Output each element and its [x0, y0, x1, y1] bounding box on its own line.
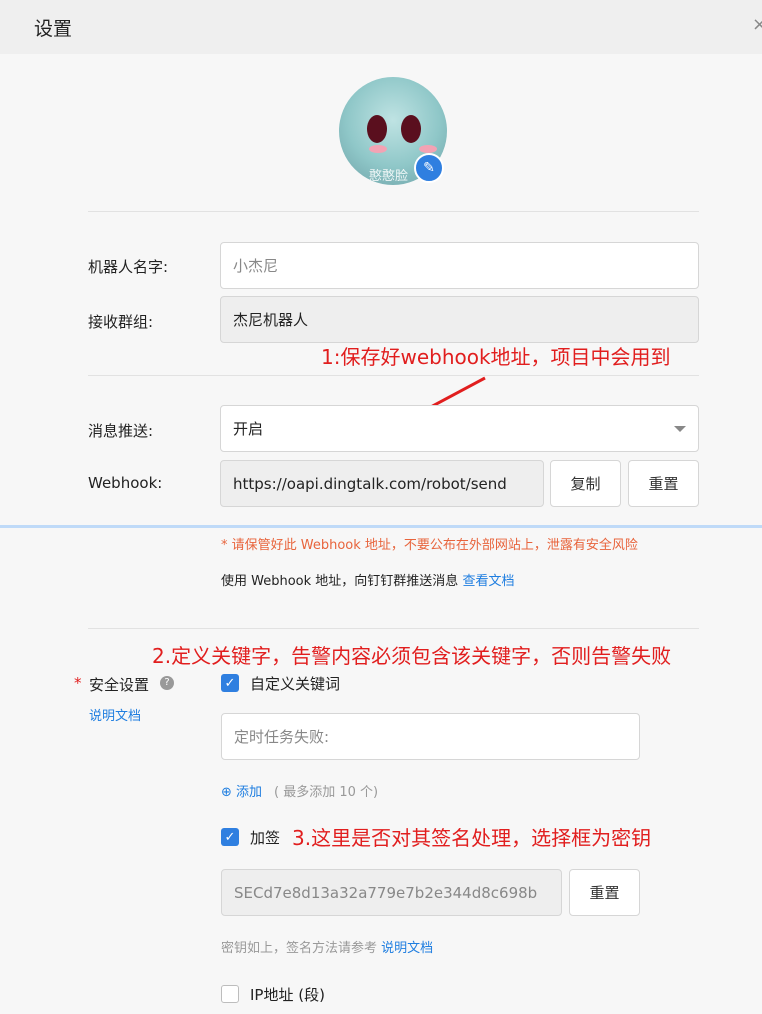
- sign-checkbox[interactable]: ✓: [221, 828, 239, 846]
- avatar-caption: 憨憨脸: [369, 169, 409, 184]
- avatar-blush-left: [369, 145, 387, 153]
- secret-doc-link[interactable]: 说明文档: [381, 941, 433, 956]
- required-mark: *: [74, 674, 82, 692]
- group-value: 杰尼机器人: [233, 311, 309, 329]
- security-doc-link[interactable]: 说明文档: [89, 705, 141, 724]
- ip-checkbox[interactable]: [221, 985, 239, 1003]
- chevron-down-icon: [674, 425, 686, 432]
- keyword-input[interactable]: 定时任务失败:: [221, 713, 640, 760]
- secret-value: SECd7e8d13a32a779e7b2e344d8c698b: [234, 883, 538, 902]
- push-select[interactable]: 开启: [220, 405, 699, 452]
- divider: [88, 211, 699, 212]
- add-keyword-hint: ( 最多添加 10 个): [274, 785, 379, 800]
- annotation-1: 1:保存好webhook地址，项目中会用到: [321, 345, 671, 369]
- webhook-value: https://oapi.dingtalk.com/robot/send: [233, 474, 507, 493]
- annotation-2: 2.定义关键字，告警内容必须包含该关键字，否则告警失败: [152, 644, 672, 668]
- webhook-warning: * 请保管好此 Webhook 地址，不要公布在外部网站上，泄露有安全风险: [221, 538, 638, 553]
- avatar-blush-right: [419, 145, 437, 153]
- dialog-title: 设置: [34, 18, 73, 40]
- secret-note-text: 密钥如上，签名方法请参考: [221, 941, 378, 956]
- keyword-value: 定时任务失败:: [234, 728, 330, 746]
- close-icon[interactable]: ×: [752, 14, 762, 35]
- ip-label: IP地址 (段): [250, 986, 325, 1004]
- help-icon[interactable]: ?: [160, 676, 174, 690]
- sign-label: 加签: [250, 829, 281, 847]
- group-label: 接收群组:: [88, 313, 154, 331]
- avatar-eye-right: [401, 115, 421, 143]
- annotation-3: 3.这里是否对其签名处理，选择框为密钥: [292, 826, 652, 850]
- keyword-checkbox[interactable]: ✓: [221, 674, 239, 692]
- group-input: 杰尼机器人: [220, 296, 699, 343]
- dialog-header: [0, 0, 762, 54]
- add-keyword-label: 添加: [236, 785, 263, 800]
- push-value: 开启: [233, 420, 264, 438]
- robot-name-label: 机器人名字:: [88, 258, 169, 276]
- add-keyword-link[interactable]: ⊕ 添加: [221, 781, 262, 800]
- robot-name-input[interactable]: 小杰尼: [220, 242, 699, 289]
- usage-note: 使用 Webhook 地址，向钉钉群推送消息 查看文档: [221, 570, 514, 589]
- usage-text: 使用 Webhook 地址，向钉钉群推送消息: [221, 574, 459, 589]
- webhook-label: Webhook:: [88, 474, 163, 492]
- divider: [88, 628, 699, 629]
- reset-webhook-button[interactable]: 重置: [628, 460, 699, 507]
- reset-secret-button[interactable]: 重置: [569, 869, 640, 916]
- usage-doc-link[interactable]: 查看文档: [462, 574, 514, 589]
- avatar-eye-left: [367, 115, 387, 143]
- pencil-icon[interactable]: ✎: [414, 153, 444, 183]
- webhook-input: https://oapi.dingtalk.com/robot/send: [220, 460, 544, 507]
- copy-button[interactable]: 复制: [550, 460, 621, 507]
- robot-name-value: 小杰尼: [233, 257, 279, 275]
- security-label: 安全设置: [89, 676, 150, 694]
- push-label: 消息推送:: [88, 422, 154, 440]
- keyword-label: 自定义关键词: [250, 675, 341, 693]
- secret-input: SECd7e8d13a32a779e7b2e344d8c698b: [221, 869, 562, 916]
- secret-note: 密钥如上，签名方法请参考 说明文档: [221, 937, 433, 956]
- plus-circle-icon: ⊕: [221, 785, 232, 800]
